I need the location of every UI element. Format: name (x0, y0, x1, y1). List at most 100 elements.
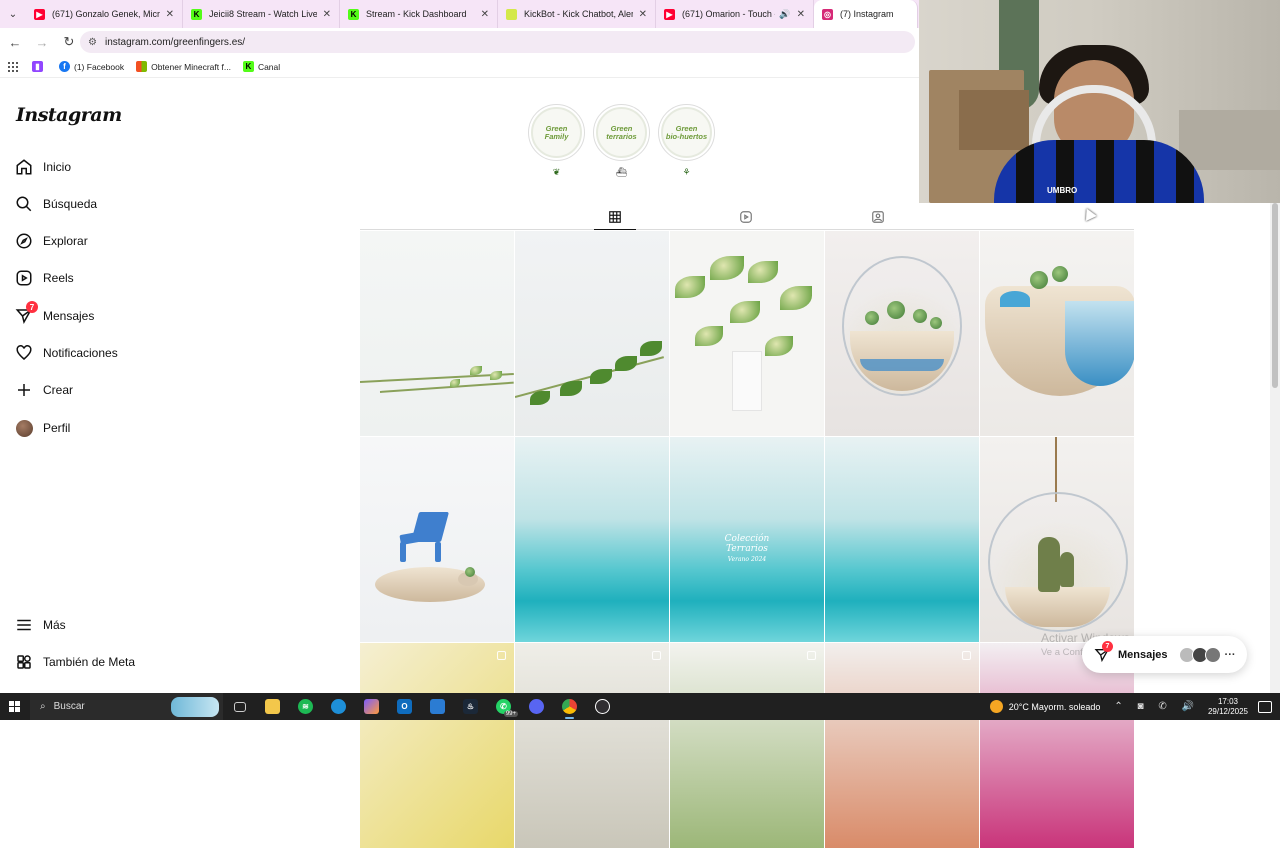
highlight-green-family[interactable]: Green Family ❦ (528, 104, 585, 178)
post-thumbnail[interactable] (980, 437, 1134, 642)
address-bar[interactable]: ⚙ instagram.com/greenfingers.es/ (80, 31, 915, 53)
carousel-icon (652, 651, 661, 660)
tray-icons[interactable]: ⌃ ◙ ✆ 🔊 (1114, 701, 1200, 712)
outlook-icon[interactable]: O (388, 693, 421, 720)
close-tab-icon[interactable]: ✕ (323, 9, 331, 20)
search-highlight-image (171, 697, 219, 717)
plus-icon (14, 380, 34, 400)
clock[interactable]: 17:03 29/12/2025 (1208, 697, 1248, 716)
nav-explore[interactable]: Explorar (14, 228, 88, 254)
messages-floating-button[interactable]: 7 Mensajes ··· (1082, 636, 1247, 673)
highlight-green-terrarios[interactable]: Green terrarios ⛴ (593, 104, 650, 178)
browser-tab[interactable]: ▶ (671) Gonzalo Genek, Micro TDH ✕ (26, 0, 183, 28)
post-thumbnail[interactable] (825, 643, 979, 848)
steam-icon[interactable]: ♨ (454, 693, 487, 720)
nav-notifications[interactable]: Notificaciones (14, 340, 118, 366)
post-thumbnail[interactable] (515, 643, 669, 848)
weather-widget[interactable]: 20°C Mayorm. soleado (989, 700, 1101, 713)
close-tab-icon[interactable]: ✕ (481, 9, 489, 20)
site-settings-icon[interactable]: ⚙ (88, 37, 97, 48)
page-scrollbar[interactable] (1270, 203, 1280, 693)
browser-tab[interactable]: ▶ (671) Omarion - Touch - Yo 🔊 ✕ (656, 0, 814, 28)
speaker-icon[interactable]: 🔊 (779, 9, 790, 20)
compass-icon (14, 231, 34, 251)
taskbar-search[interactable]: ⌕ Buscar (30, 693, 223, 720)
nav-label: Explorar (43, 234, 88, 248)
nav-profile[interactable]: Perfil (14, 415, 70, 441)
close-tab-icon[interactable]: ✕ (797, 9, 805, 20)
apps-grid-icon[interactable] (8, 61, 18, 72)
tab-reels[interactable] (725, 204, 767, 230)
kick-icon: K (191, 8, 202, 20)
unread-badge: 7 (26, 301, 38, 313)
profile-avatar (14, 418, 34, 438)
nav-more[interactable]: Más (14, 612, 66, 638)
nav-search[interactable]: Búsqueda (14, 191, 97, 217)
browser-tab[interactable]: K Stream - Kick Dashboard ✕ (340, 0, 498, 28)
nav-label: Perfil (43, 421, 71, 435)
bookmark-facebook[interactable]: f (1) Facebook (59, 61, 124, 72)
more-options-icon[interactable]: ··· (1225, 649, 1236, 661)
post-thumbnail[interactable] (825, 437, 979, 642)
search-icon (14, 194, 34, 214)
nav-messages[interactable]: 7 Mensajes (14, 301, 94, 329)
spotify-icon[interactable]: ≋ (289, 693, 322, 720)
notifications-icon[interactable] (1258, 700, 1272, 713)
highlight-green-bio-huertos[interactable]: Green bio-huertos ⚘ (658, 104, 715, 178)
nav-home[interactable]: Inicio (14, 154, 71, 180)
reels-icon (740, 211, 752, 223)
bookmark-twitch[interactable]: ▮ (32, 61, 47, 72)
browser-tab[interactable]: KickBot - Kick Chatbot, Alerts, T ✕ (498, 0, 656, 28)
search-icon: ⌕ (40, 701, 46, 712)
webcam-overlay: UMBRO (919, 0, 1280, 203)
file-explorer-icon[interactable] (256, 693, 289, 720)
tab-tagged[interactable] (857, 204, 899, 230)
bookmark-minecraft[interactable]: Obtener Minecraft f... (136, 61, 231, 72)
instagram-icon: ◎ (822, 8, 833, 20)
post-thumbnail[interactable] (670, 231, 824, 436)
post-thumbnail[interactable]: Colección Terrarios Verano 2024 (670, 437, 824, 642)
nav-reels[interactable]: Reels (14, 265, 74, 291)
discord-icon[interactable] (520, 693, 553, 720)
tab-posts[interactable] (594, 204, 636, 230)
task-view-icon[interactable] (223, 693, 256, 720)
browser-tab[interactable]: K Jeicii8 Stream - Watch Live on Ki ✕ (183, 0, 340, 28)
whatsapp-icon[interactable]: ✆ 99+ (487, 693, 520, 720)
post-thumbnail[interactable] (515, 437, 669, 642)
store-icon[interactable] (421, 693, 454, 720)
scrollbar-thumb[interactable] (1272, 203, 1278, 388)
messenger-icon: 7 (14, 301, 38, 326)
tab-search-icon[interactable]: ⌄ (0, 0, 26, 28)
close-tab-icon[interactable]: ✕ (166, 9, 174, 20)
edge-icon[interactable] (322, 693, 355, 720)
browser-tab-active[interactable]: ◎ (7) Instagram (814, 0, 918, 28)
youtube-icon: ▶ (664, 8, 675, 20)
chrome-icon[interactable] (553, 693, 586, 720)
reload-icon[interactable]: ↻ (57, 30, 81, 54)
post-thumbnail[interactable] (670, 643, 824, 848)
obs-icon[interactable] (586, 693, 619, 720)
weather-text: 20°C Mayorm. soleado (1008, 701, 1101, 712)
messages-label: Mensajes (1118, 648, 1168, 661)
post-thumbnail[interactable] (360, 231, 514, 436)
sun-icon (989, 700, 1003, 713)
close-tab-icon[interactable]: ✕ (639, 9, 647, 20)
bookmark-canal[interactable]: K Canal (242, 61, 280, 72)
nav-create[interactable]: Crear (14, 377, 73, 403)
post-thumbnail[interactable] (360, 643, 514, 848)
post-thumbnail[interactable] (980, 231, 1134, 436)
post-thumbnail[interactable] (515, 231, 669, 436)
copilot-icon[interactable] (355, 693, 388, 720)
post-thumbnail[interactable] (980, 643, 1134, 848)
tab-title: Stream - Kick Dashboard (366, 9, 467, 19)
kick-icon: K (348, 8, 359, 20)
post-thumbnail[interactable] (360, 437, 514, 642)
back-icon[interactable]: ← (3, 30, 27, 54)
forward-icon[interactable]: → (30, 30, 54, 54)
instagram-logo[interactable]: Instagram (16, 104, 122, 126)
grid-icon (609, 210, 621, 223)
nav-also-from-meta[interactable]: También de Meta (14, 649, 135, 675)
post-thumbnail[interactable] (825, 231, 979, 436)
carousel-icon (807, 651, 816, 660)
start-button[interactable] (0, 693, 30, 720)
